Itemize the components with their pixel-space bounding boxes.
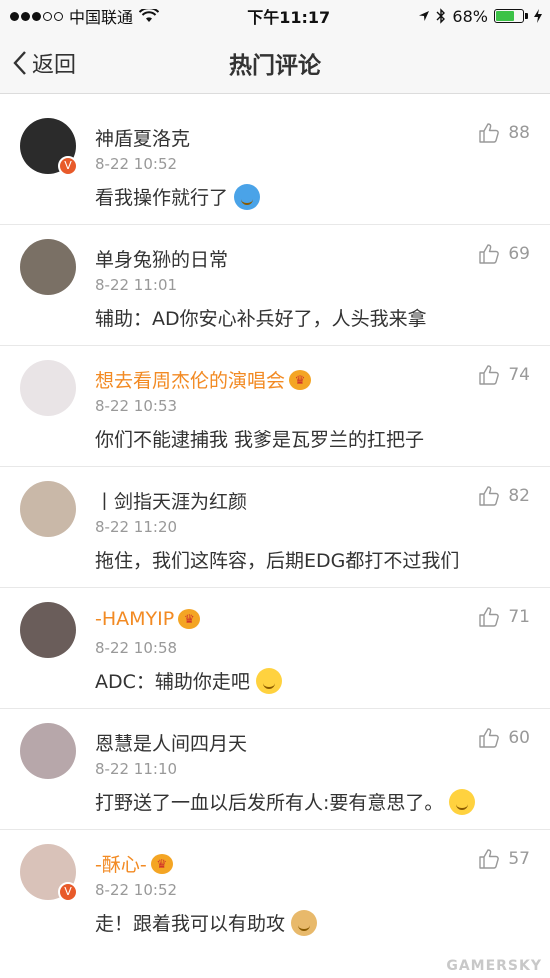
carrier-label: 中国联通: [69, 8, 134, 27]
comment-text: 你们不能逮捕我 我爹是瓦罗兰的扛把子: [95, 425, 424, 452]
nav-bar: 返回 热门评论: [0, 32, 550, 94]
avatar[interactable]: V: [20, 844, 78, 902]
comment-author[interactable]: 恩慧是人间四月天: [95, 729, 247, 756]
back-button[interactable]: 返回: [12, 32, 76, 94]
comment-time: 8-22 10:58: [95, 639, 178, 657]
comment-item: 单身兔狲的日常 8-22 11:01 辅助：AD你安心补兵好了，人头我来拿 69: [0, 225, 550, 346]
comment-item: 丨剑指天涯为红颜 8-22 11:20 拖住，我们这阵容，后期EDG都打不过我们…: [0, 467, 550, 588]
like-count: 82: [508, 486, 530, 506]
status-right: 68%: [418, 7, 542, 26]
back-label: 返回: [32, 53, 77, 78]
comment-text: 拖住，我们这阵容，后期EDG都打不过我们: [95, 546, 459, 573]
thumbs-up-icon: [479, 244, 500, 264]
comment-author[interactable]: 单身兔狲的日常: [95, 245, 228, 272]
like-count: 69: [508, 244, 530, 264]
comment-author[interactable]: -酥心- ♛: [95, 850, 173, 877]
vip-crown-icon: ♛: [150, 853, 173, 874]
comment-time: 8-22 10:52: [95, 155, 178, 173]
comment-author[interactable]: 想去看周杰伦的演唱会 ♛: [95, 366, 312, 393]
comment-text: 走！跟着我可以有助攻: [95, 909, 318, 936]
verified-badge-icon: V: [58, 156, 78, 176]
vip-crown-icon: ♛: [178, 609, 201, 629]
avatar[interactable]: [20, 481, 76, 537]
like-button[interactable]: 57: [478, 848, 530, 870]
avatar[interactable]: [20, 723, 76, 779]
signal-strength-icon: [10, 11, 63, 21]
page-title: 热门评论: [229, 52, 321, 79]
author-name[interactable]: 恩慧是人间四月天: [95, 729, 247, 756]
comment-author[interactable]: -HAMYIP ♛: [95, 608, 201, 630]
like-button[interactable]: 88: [478, 122, 530, 144]
thumbs-up-icon: [479, 728, 500, 748]
battery-icon: [493, 9, 528, 23]
location-icon: [419, 11, 430, 21]
comment-list: V 神盾夏洛克 8-22 10:52 看我操作就行了 88 单身兔狲的日常 8-…: [0, 104, 550, 951]
comment-time: 8-22 11:01: [95, 276, 178, 294]
verified-badge-icon: V: [58, 882, 78, 902]
doge-emoji-icon: [291, 909, 318, 936]
comment-body: 你们不能逮捕我 我爹是瓦罗兰的扛把子: [95, 429, 425, 451]
comment-item: -HAMYIP ♛ 8-22 10:58 ADC：辅助你走吧 71: [0, 588, 550, 709]
charging-icon: [533, 9, 542, 23]
status-time: 下午11:17: [247, 8, 331, 27]
avatar[interactable]: [20, 239, 76, 295]
wifi-icon: [139, 9, 160, 22]
comment-text: 辅助：AD你安心补兵好了，人头我来拿: [95, 304, 427, 331]
thumbs-up-icon: [479, 607, 500, 627]
avatar[interactable]: [20, 360, 76, 416]
comment-text: 打野送了一血以后发所有人:要有意思了。: [95, 788, 476, 815]
avatar[interactable]: [20, 602, 76, 658]
comment-item: 想去看周杰伦的演唱会 ♛ 8-22 10:53 你们不能逮捕我 我爹是瓦罗兰的扛…: [0, 346, 550, 467]
smile-emoji-icon: [449, 788, 476, 815]
like-count: 71: [508, 607, 530, 627]
chevron-left-icon: [13, 51, 26, 75]
author-name[interactable]: 想去看周杰伦的演唱会: [95, 366, 285, 393]
comment-author[interactable]: 丨剑指天涯为红颜: [95, 487, 247, 514]
thinking-emoji-icon: [255, 667, 282, 694]
comment-text: 看我操作就行了: [95, 183, 261, 210]
author-name[interactable]: -酥心-: [95, 850, 147, 877]
battery-percent: 68%: [452, 6, 488, 26]
author-name[interactable]: 神盾夏洛克: [95, 124, 190, 151]
vip-crown-icon: ♛: [289, 369, 312, 390]
author-name[interactable]: 单身兔狲的日常: [95, 245, 228, 272]
thumbs-up-icon: [479, 849, 500, 869]
bluetooth-icon: [436, 8, 446, 24]
like-count: 60: [508, 728, 530, 748]
status-left: 中国联通: [10, 4, 160, 28]
comment-author[interactable]: 神盾夏洛克: [95, 124, 190, 151]
comment-body: 走！跟着我可以有助攻: [95, 913, 286, 935]
like-button[interactable]: 60: [478, 727, 530, 749]
like-count: 57: [508, 849, 530, 869]
like-button[interactable]: 69: [478, 243, 530, 265]
comment-body: 打野送了一血以后发所有人:要有意思了。: [95, 792, 444, 814]
author-name[interactable]: -HAMYIP: [95, 608, 174, 630]
comment-body: 拖住，我们这阵容，后期EDG都打不过我们: [95, 550, 460, 572]
comment-time: 8-22 11:10: [95, 760, 178, 778]
comment-body: 辅助：AD你安心补兵好了，人头我来拿: [95, 308, 427, 330]
comment-body: ADC：辅助你走吧: [95, 671, 250, 693]
comment-time: 8-22 10:52: [95, 881, 178, 899]
avatar[interactable]: V: [20, 118, 78, 176]
like-button[interactable]: 74: [478, 364, 530, 386]
comment-body: 看我操作就行了: [95, 187, 229, 209]
like-button[interactable]: 82: [478, 485, 530, 507]
author-name[interactable]: 丨剑指天涯为红颜: [95, 487, 247, 514]
thumbs-up-icon: [479, 365, 500, 385]
like-count: 74: [508, 365, 530, 385]
comment-text: ADC：辅助你走吧: [95, 667, 282, 694]
thumbs-up-icon: [479, 486, 500, 506]
comment-time: 8-22 11:20: [95, 518, 178, 536]
thumbs-up-icon: [479, 123, 500, 143]
status-bar: 中国联通 下午11:17 68%: [0, 0, 550, 32]
like-button[interactable]: 71: [478, 606, 530, 628]
watermark: GAMERSKY: [446, 958, 542, 974]
doraemon-emoji-icon: [234, 183, 261, 210]
comment-time: 8-22 10:53: [95, 397, 178, 415]
comment-item: 恩慧是人间四月天 8-22 11:10 打野送了一血以后发所有人:要有意思了。 …: [0, 709, 550, 830]
like-count: 88: [508, 123, 530, 143]
comment-item: V 神盾夏洛克 8-22 10:52 看我操作就行了 88: [0, 104, 550, 225]
comment-item: V -酥心- ♛ 8-22 10:52 走！跟着我可以有助攻 57: [0, 830, 550, 951]
